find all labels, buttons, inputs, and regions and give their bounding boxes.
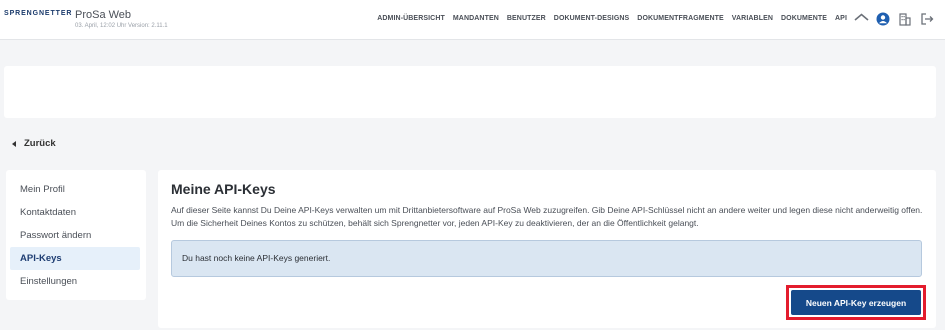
sidebar-item-mein-profil[interactable]: Mein Profil bbox=[10, 178, 140, 201]
sidebar-item-einstellungen[interactable]: Einstellungen bbox=[10, 270, 140, 293]
caret-left-icon bbox=[12, 140, 16, 147]
app-version: 03. April, 12:02 Uhr Version: 2.11.1 bbox=[75, 23, 168, 29]
main-nav: ADMIN-ÜBERSICHT MANDANTEN BENUTZER DOKUM… bbox=[369, 15, 847, 22]
building-icon[interactable] bbox=[896, 10, 914, 28]
page-title: Meine API-Keys bbox=[171, 181, 276, 197]
nav-api[interactable]: API bbox=[835, 15, 847, 22]
logo-text: SPRENGNETTER bbox=[4, 10, 73, 17]
create-api-key-button[interactable]: Neuen API-Key erzeugen bbox=[791, 290, 921, 315]
sidebar-item-passwort-aendern[interactable]: Passwort ändern bbox=[10, 224, 140, 247]
info-message: Du hast noch keine API-Keys generiert. bbox=[182, 253, 331, 263]
nav-benutzer[interactable]: BENUTZER bbox=[507, 15, 546, 22]
user-avatar-icon[interactable] bbox=[874, 10, 892, 28]
back-label: Zurück bbox=[24, 138, 56, 149]
nav-mandanten[interactable]: MANDANTEN bbox=[453, 15, 499, 22]
sidebar-item-kontaktdaten[interactable]: Kontaktdaten bbox=[10, 201, 140, 224]
profile-sidebar: Mein Profil Kontaktdaten Passwort ändern… bbox=[6, 170, 146, 300]
logout-icon[interactable] bbox=[918, 10, 936, 28]
info-alert: Du hast noch keine API-Keys generiert. bbox=[171, 240, 922, 277]
nav-dokumente[interactable]: DOKUMENTE bbox=[781, 15, 827, 22]
blank-panel bbox=[4, 66, 936, 118]
sprengnetter-logo[interactable]: SPRENGNETTER bbox=[4, 10, 72, 17]
app-title: ProSa Web bbox=[75, 9, 132, 21]
home-icon[interactable] bbox=[852, 10, 870, 28]
page-description: Auf dieser Seite kannst Du Deine API-Key… bbox=[171, 205, 923, 228]
sidebar-item-api-keys[interactable]: API-Keys bbox=[10, 247, 140, 270]
nav-dokument-designs[interactable]: DOKUMENT-DESIGNS bbox=[554, 15, 630, 22]
nav-variablen[interactable]: VARIABLEN bbox=[732, 15, 773, 22]
header-icons bbox=[852, 10, 942, 30]
highlight-frame: Neuen API-Key erzeugen bbox=[786, 285, 926, 320]
top-bar: SPRENGNETTER ProSa Web 03. April, 12:02 … bbox=[0, 0, 945, 40]
back-link[interactable]: Zurück bbox=[12, 138, 56, 149]
nav-admin-uebersicht[interactable]: ADMIN-ÜBERSICHT bbox=[377, 15, 445, 22]
nav-dokumentfragmente[interactable]: DOKUMENTFRAGMENTE bbox=[637, 15, 723, 22]
